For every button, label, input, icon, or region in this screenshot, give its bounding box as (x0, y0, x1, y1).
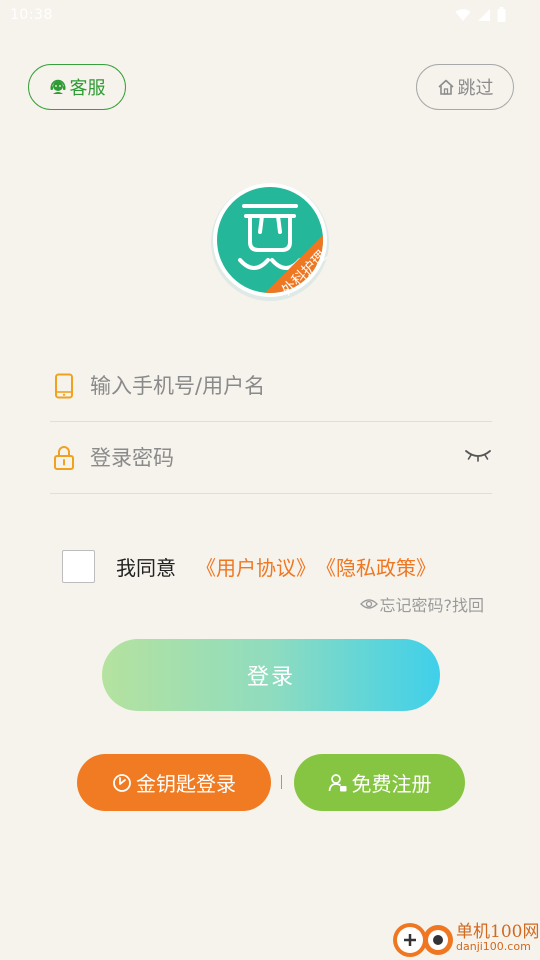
headset-icon (50, 79, 65, 94)
skip-button[interactable]: 跳过 (416, 64, 514, 110)
register-label: 免费注册 (351, 772, 432, 796)
watermark-name: 单机100网 (456, 922, 540, 942)
button-divider (281, 775, 282, 789)
user-agreement-link[interactable]: 《用户协议》 (196, 552, 316, 581)
app-logo: 外科护理 (210, 180, 332, 302)
watermark-url: danji100.com (456, 940, 531, 953)
agreement-prefix: 我同意 (116, 555, 176, 580)
agreement-row: 我同意 《用户协议》 《隐私政策》 (62, 548, 436, 584)
phone-icon (50, 372, 78, 400)
signal-icon (478, 8, 490, 21)
eye-closed-icon[interactable] (464, 446, 492, 470)
wifi-icon (455, 8, 471, 21)
battery-icon (497, 7, 506, 22)
golden-key-login-label: 金钥匙登录 (136, 772, 236, 796)
username-field-row (50, 350, 492, 422)
login-button[interactable]: 登录 (102, 639, 440, 711)
agreement-checkbox[interactable] (62, 549, 95, 583)
lock-icon (50, 444, 78, 472)
customer-service-button[interactable]: 客服 (28, 64, 126, 110)
forgot-password-label: 忘记密码?找回 (379, 596, 485, 615)
forgot-password-link[interactable]: 忘记密码?找回 (359, 592, 485, 616)
golden-key-login-button[interactable]: 金钥匙登录 (77, 754, 271, 811)
site-watermark: 单机100网 danji100.com (390, 915, 540, 960)
watermark-logo-icon (393, 923, 453, 957)
customer-service-label: 客服 (69, 78, 106, 99)
home-icon (437, 79, 454, 95)
clock-icon (113, 773, 131, 792)
login-label: 登录 (246, 665, 295, 690)
privacy-policy-link[interactable]: 《隐私政策》 (316, 552, 436, 581)
skip-label: 跳过 (457, 78, 494, 99)
register-button[interactable]: 免费注册 (294, 754, 465, 811)
username-input[interactable] (90, 373, 430, 398)
status-bar: 10:38 (0, 0, 540, 30)
status-time: 10:38 (10, 7, 53, 23)
status-icons (455, 7, 506, 22)
password-field-row (50, 422, 492, 494)
user-add-icon (328, 773, 346, 791)
eye-search-icon (359, 599, 378, 609)
password-input[interactable] (90, 445, 430, 470)
